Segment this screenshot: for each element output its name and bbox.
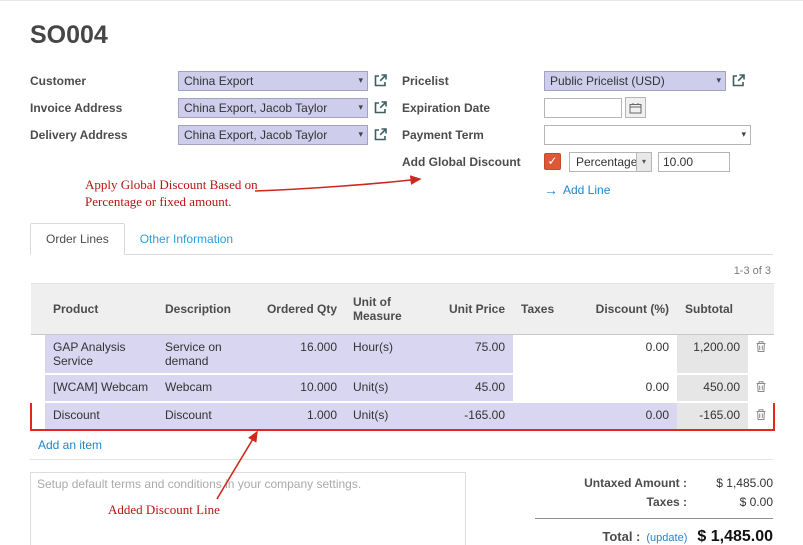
- add-an-item-link[interactable]: Add an item: [30, 431, 773, 460]
- invoice-address-select[interactable]: China Export, Jacob Taylor ▾: [178, 98, 368, 118]
- col-product[interactable]: Product: [45, 284, 157, 335]
- global-discount-label: Add Global Discount: [402, 155, 544, 169]
- row-handle: [31, 374, 45, 402]
- pricelist-value: Public Pricelist (USD): [550, 74, 665, 88]
- cell-product[interactable]: Discount: [45, 402, 157, 430]
- cell-subtotal: -165.00: [677, 402, 748, 430]
- annotation-discount-line: Added Discount Line: [108, 502, 220, 519]
- cell-price[interactable]: -165.00: [441, 402, 513, 430]
- cell-discount[interactable]: 0.00: [569, 335, 677, 375]
- cell-taxes[interactable]: [513, 335, 569, 375]
- table-row[interactable]: GAP Analysis Service Service on demand 1…: [31, 335, 774, 375]
- discount-amount-input[interactable]: [658, 152, 730, 172]
- col-delete: [748, 284, 774, 335]
- col-unit-of-measure[interactable]: Unit of Measure: [345, 284, 441, 335]
- table-header-row: Product Description Ordered Qty Unit of …: [31, 284, 774, 335]
- discount-type-select[interactable]: Percentage ▾: [569, 152, 652, 172]
- cell-qty[interactable]: 1.000: [257, 402, 345, 430]
- pricelist-select[interactable]: Public Pricelist (USD) ▾: [544, 71, 726, 91]
- invoice-address-value: China Export, Jacob Taylor: [184, 101, 327, 115]
- arrow-right-icon: →: [544, 182, 558, 198]
- customer-label: Customer: [30, 74, 178, 88]
- tab-order-lines[interactable]: Order Lines: [30, 223, 125, 255]
- table-row-discount[interactable]: Discount Discount 1.000 Unit(s) -165.00 …: [31, 402, 774, 430]
- page-title: SO004: [30, 21, 773, 50]
- chevron-down-icon: ▾: [741, 129, 746, 140]
- payment-term-label: Payment Term: [402, 128, 544, 142]
- untaxed-amount-value: $ 1,485.00: [687, 476, 773, 490]
- col-unit-price[interactable]: Unit Price: [441, 284, 513, 335]
- cell-taxes[interactable]: [513, 374, 569, 402]
- external-link-icon[interactable]: [373, 127, 388, 142]
- untaxed-amount-label: Untaxed Amount :: [535, 476, 687, 490]
- cell-price[interactable]: 75.00: [441, 335, 513, 375]
- cell-discount[interactable]: 0.00: [569, 402, 677, 430]
- cell-product[interactable]: GAP Analysis Service: [45, 335, 157, 375]
- cell-subtotal: 1,200.00: [677, 335, 748, 375]
- total-label: Total :: [602, 529, 640, 544]
- cell-uom[interactable]: Hour(s): [345, 335, 441, 375]
- notebook-tabs: Order Lines Other Information: [30, 222, 773, 255]
- taxes-value: $ 0.00: [687, 495, 773, 509]
- customer-value: China Export: [184, 74, 253, 88]
- cell-description[interactable]: Service on demand: [157, 335, 257, 375]
- taxes-label: Taxes :: [535, 495, 687, 509]
- order-lines-table: Product Description Ordered Qty Unit of …: [30, 283, 775, 431]
- chevron-down-icon: ▾: [716, 75, 721, 86]
- delivery-address-select[interactable]: China Export, Jacob Taylor ▾: [178, 125, 368, 145]
- discount-type-value: Percentage: [570, 153, 636, 171]
- cell-discount[interactable]: 0.00: [569, 374, 677, 402]
- chevron-down-icon: ▾: [358, 129, 363, 140]
- update-link[interactable]: (update): [646, 532, 687, 544]
- terms-textarea[interactable]: [30, 472, 466, 545]
- col-description[interactable]: Description: [157, 284, 257, 335]
- cell-subtotal: 450.00: [677, 374, 748, 402]
- sale-order-page: SO004 Customer China Export ▾ Invoice Ad…: [0, 0, 803, 545]
- cell-qty[interactable]: 10.000: [257, 374, 345, 402]
- customer-select[interactable]: China Export ▾: [178, 71, 368, 91]
- global-discount-checkbox[interactable]: ✓: [544, 153, 561, 170]
- delivery-address-label: Delivery Address: [30, 128, 178, 142]
- tab-other-information[interactable]: Other Information: [125, 224, 248, 254]
- col-ordered-qty[interactable]: Ordered Qty: [257, 284, 345, 335]
- table-row[interactable]: [WCAM] Webcam Webcam 10.000 Unit(s) 45.0…: [31, 374, 774, 402]
- col-discount[interactable]: Discount (%): [569, 284, 677, 335]
- col-taxes[interactable]: Taxes: [513, 284, 569, 335]
- payment-term-select[interactable]: ▾: [544, 125, 751, 145]
- cell-product[interactable]: [WCAM] Webcam: [45, 374, 157, 402]
- annotation-global-discount: Apply Global Discount Based on Percentag…: [85, 177, 258, 211]
- row-handle: [31, 402, 45, 430]
- totals-divider: [535, 518, 773, 519]
- cell-uom[interactable]: Unit(s): [345, 374, 441, 402]
- expiration-date-input[interactable]: [544, 98, 622, 118]
- row-handle: [31, 335, 45, 375]
- external-link-icon[interactable]: [373, 73, 388, 88]
- external-link-icon[interactable]: [731, 73, 746, 88]
- cell-price[interactable]: 45.00: [441, 374, 513, 402]
- add-line-link[interactable]: → Add Line: [544, 182, 773, 198]
- delivery-address-value: China Export, Jacob Taylor: [184, 128, 327, 142]
- cell-description[interactable]: Webcam: [157, 374, 257, 402]
- trash-icon[interactable]: [748, 335, 774, 375]
- cell-qty[interactable]: 16.000: [257, 335, 345, 375]
- totals-panel: Untaxed Amount : $ 1,485.00 Taxes : $ 0.…: [535, 472, 773, 545]
- calendar-icon[interactable]: [625, 97, 646, 118]
- chevron-down-icon: ▾: [358, 102, 363, 113]
- expiration-date-label: Expiration Date: [402, 101, 544, 115]
- total-value: $ 1,485.00: [697, 528, 773, 545]
- chevron-down-icon: ▾: [358, 75, 363, 86]
- external-link-icon[interactable]: [373, 100, 388, 115]
- chevron-down-icon: ▾: [636, 153, 651, 171]
- cell-taxes[interactable]: [513, 402, 569, 430]
- cell-uom[interactable]: Unit(s): [345, 402, 441, 430]
- invoice-address-label: Invoice Address: [30, 101, 178, 115]
- trash-icon[interactable]: [748, 374, 774, 402]
- handle-column-header: [31, 284, 45, 335]
- trash-icon[interactable]: [748, 402, 774, 430]
- cell-description[interactable]: Discount: [157, 402, 257, 430]
- pager: 1-3 of 3: [30, 265, 771, 277]
- col-subtotal[interactable]: Subtotal: [677, 284, 748, 335]
- pricelist-label: Pricelist: [402, 74, 544, 88]
